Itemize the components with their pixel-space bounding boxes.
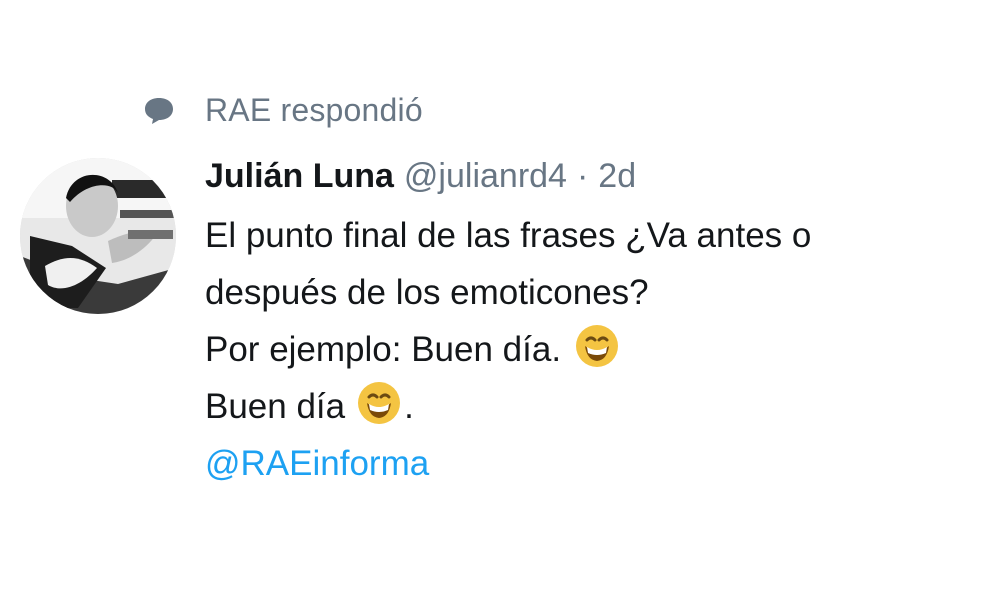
reply-context-text: RAE respondió (205, 91, 423, 128)
user-avatar-icon (20, 158, 176, 314)
grinning-face-emoji-icon (576, 325, 619, 367)
tweet-line-2: después de los emoticones? (205, 273, 649, 312)
tweet-line-4: Buen día . (205, 378, 975, 435)
tweet-line-1: El punto final de las frases ¿Va antes o (205, 216, 812, 255)
tweet-text: El punto final de las frases ¿Va antes o… (205, 207, 975, 492)
author-name[interactable]: Julián Luna (205, 157, 394, 196)
tweet-header: Julián Luna @julianrd4 · 2d (205, 150, 975, 202)
reply-bubble-icon (142, 93, 176, 127)
tweet-line-3-text: Por ejemplo: Buen día. (205, 330, 562, 369)
mention-link[interactable]: @RAEinforma (205, 444, 429, 483)
tweet-line-3: Por ejemplo: Buen día. (205, 321, 975, 378)
tweet-line-4-period: . (404, 387, 414, 426)
tweet-timestamp[interactable]: 2d (598, 157, 636, 196)
avatar[interactable] (20, 158, 176, 314)
reply-context: RAE respondió (142, 88, 423, 132)
separator-dot: · (576, 156, 589, 195)
tweet[interactable]: Julián Luna @julianrd4 · 2d El punto fin… (205, 150, 975, 492)
grinning-face-emoji-icon (358, 382, 401, 424)
author-handle[interactable]: @julianrd4 (404, 157, 567, 196)
tweet-line-4-text: Buen día (205, 387, 346, 426)
tweet-line-5: @RAEinforma (205, 435, 975, 492)
